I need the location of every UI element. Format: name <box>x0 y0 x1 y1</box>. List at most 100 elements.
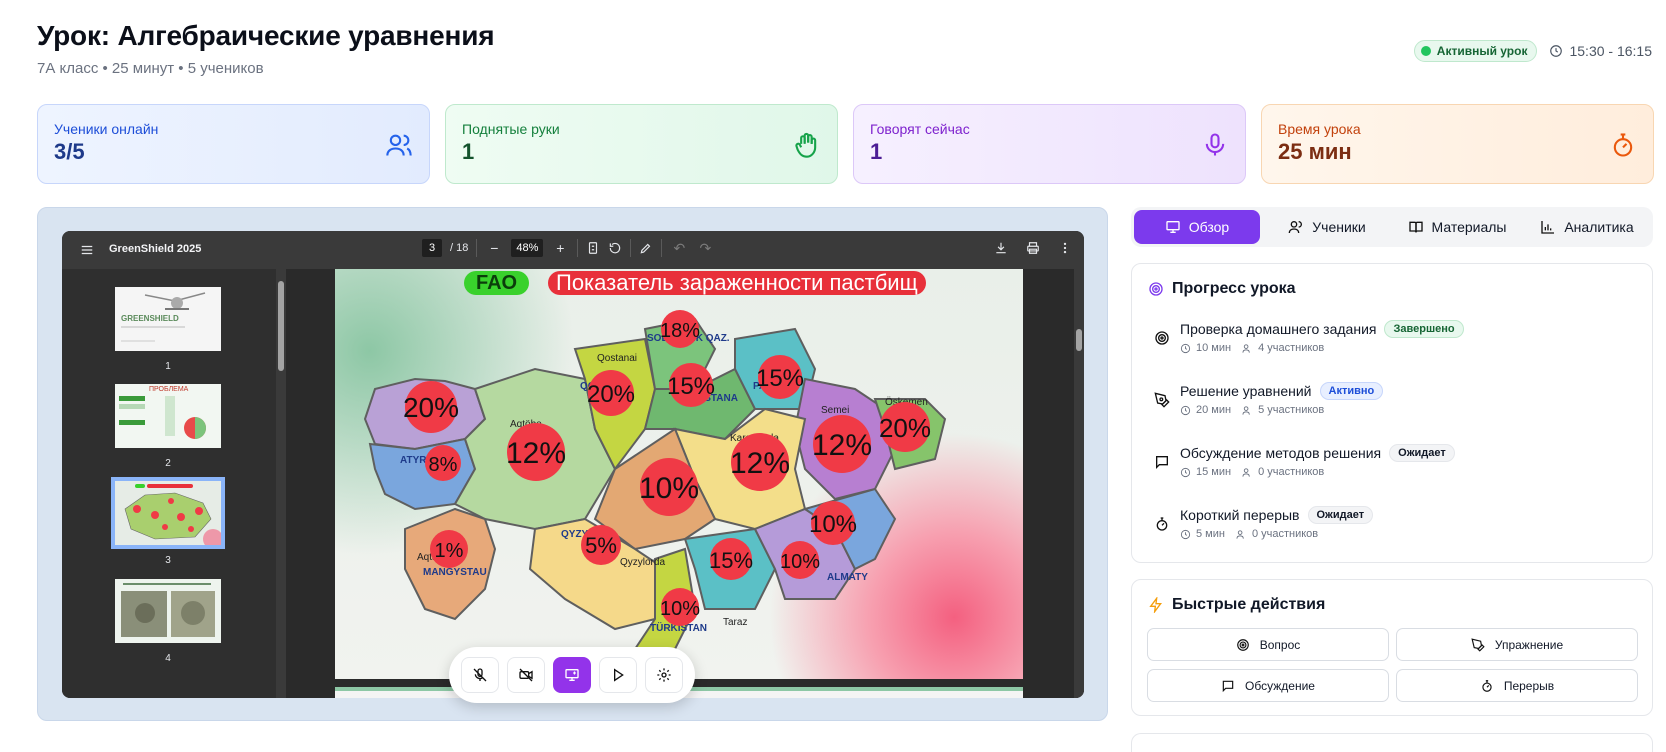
stat-students-online: Ученики онлайн 3/5 <box>37 104 430 184</box>
percent-marker: 10% <box>660 598 700 620</box>
stat-label: Ученики онлайн <box>54 121 159 137</box>
tab-label: Обзор <box>1188 219 1230 235</box>
clock-icon <box>1180 529 1191 539</box>
percent-marker: 10% <box>780 551 820 573</box>
step-name: Обсуждение методов решения Ожидает <box>1180 444 1455 462</box>
tab-materials[interactable]: Материалы <box>1394 210 1520 244</box>
active-dot-icon <box>1420 46 1431 56</box>
percent-marker: 12% <box>730 447 790 480</box>
chat-icon <box>1222 680 1234 692</box>
slide-tag: FAO <box>464 271 530 295</box>
status-badge: Активный урок <box>1413 40 1538 62</box>
rotate-icon[interactable] <box>608 241 622 255</box>
tab-overview[interactable]: Обзор <box>1134 210 1260 244</box>
undo-button[interactable]: ↶ <box>670 240 688 257</box>
settings-button[interactable] <box>645 657 683 693</box>
screen-share-icon <box>565 669 579 681</box>
pdf-page-controls: 3 / 18 − 48% + ↶ ↷ <box>422 239 714 257</box>
tab-students[interactable]: Ученики <box>1264 210 1390 244</box>
play-icon <box>614 668 624 682</box>
percent-marker: 1% <box>435 540 464 562</box>
region-label: Qyzylorda <box>620 557 665 568</box>
quick-action-discussion-button[interactable]: Обсуждение <box>1147 669 1389 702</box>
step-name: Короткий перерыв Ожидает <box>1180 506 1374 524</box>
chat-icon <box>1156 456 1168 469</box>
step-name: Проверка домашнего задания Завершено <box>1180 320 1464 338</box>
next-card-edge <box>1131 733 1653 752</box>
right-panel-tabs: Обзор Ученики Материалы Аналитика <box>1131 207 1653 247</box>
fit-page-icon[interactable] <box>586 241 600 255</box>
play-button[interactable] <box>599 657 637 693</box>
thumbnail-number: 3 <box>165 555 171 566</box>
card-title-text: Быстрые действия <box>1172 596 1326 613</box>
thumbnail-caption: GREENSHIELD <box>121 314 179 323</box>
step-meta: 10 мин 4 участников <box>1180 342 1324 354</box>
percent-marker: 18% <box>660 320 700 342</box>
percent-marker: 12% <box>506 437 566 470</box>
region-label: Semei <box>821 405 849 416</box>
percent-marker: 20% <box>403 392 459 423</box>
users-icon <box>1242 467 1250 477</box>
print-icon[interactable] <box>1026 241 1040 255</box>
step-duration: 20 мин <box>1196 404 1232 416</box>
zoom-level[interactable]: 48% <box>511 239 544 257</box>
step-participants: 0 участников <box>1258 466 1325 478</box>
target-icon <box>1236 638 1249 651</box>
quick-action-question-button[interactable]: Вопрос <box>1147 628 1389 661</box>
camera-off-icon <box>519 668 533 682</box>
lesson-time: 15:30 - 16:15 <box>1549 43 1652 59</box>
quick-actions-card: Быстрые действия Вопрос Упражнение Обсуж… <box>1131 579 1653 716</box>
lesson-dashboard: Урок: Алгебраические уравнения 7А класс … <box>0 0 1666 752</box>
kazakhstan-map: SOLTÜSTIK QAZ. Qostanai QO PA Semei Öske… <box>363 310 947 650</box>
step-name-text: Решение уравнений <box>1180 383 1312 399</box>
percent-marker: 8% <box>429 454 458 476</box>
time-range: 15:30 - 16:15 <box>1569 43 1652 59</box>
stat-value: 25 мин <box>1278 139 1352 164</box>
microphone-icon <box>1205 133 1225 156</box>
media-controls <box>449 647 695 703</box>
step-duration: 10 мин <box>1196 342 1232 354</box>
download-icon[interactable] <box>994 241 1008 255</box>
step-participants: 5 участников <box>1258 404 1325 416</box>
stat-label: Поднятые руки <box>462 121 560 137</box>
more-vertical-icon[interactable] <box>1058 241 1072 255</box>
slide-scrollbar[interactable] <box>1074 269 1084 698</box>
thumbnail-page-4[interactable]: 4 <box>115 579 221 664</box>
quick-action-exercise-button[interactable]: Упражнение <box>1396 628 1638 661</box>
book-icon <box>1408 221 1423 233</box>
quick-action-label: Упражнение <box>1494 637 1564 652</box>
annotate-icon[interactable] <box>639 241 653 255</box>
page-number-input[interactable]: 3 <box>422 239 442 257</box>
step-meta: 5 мин 0 участников <box>1180 528 1318 540</box>
percent-marker: 10% <box>639 472 699 505</box>
percent-marker: 15% <box>756 365 804 392</box>
thumbnail-page-2[interactable]: ПРОБЛЕМА 2 <box>115 384 221 469</box>
tab-label: Аналитика <box>1564 219 1634 235</box>
chart-icon <box>1541 221 1555 234</box>
screen-share-button[interactable] <box>553 657 591 693</box>
document-title: GreenShield 2025 <box>109 243 202 255</box>
camera-off-button[interactable] <box>507 657 545 693</box>
zoom-out-button[interactable]: − <box>485 240 503 256</box>
step-name-text: Проверка домашнего задания <box>1180 321 1377 337</box>
redo-button[interactable]: ↷ <box>696 240 714 257</box>
mute-mic-button[interactable] <box>461 657 499 693</box>
pdf-viewer[interactable]: GreenShield 2025 3 / 18 − 48% + ↶ ↷ GREE… <box>62 231 1084 698</box>
percent-marker: 20% <box>879 413 931 443</box>
tab-analytics[interactable]: Аналитика <box>1524 210 1650 244</box>
clock-icon <box>1180 467 1191 477</box>
menu-icon[interactable] <box>80 243 94 257</box>
divider <box>661 239 663 257</box>
thumbnail-page-1[interactable]: GREENSHIELD 1 <box>115 287 221 372</box>
quick-action-break-button[interactable]: Перерыв <box>1396 669 1638 702</box>
thumbnail-scrollbar[interactable] <box>276 269 286 698</box>
users-icon <box>1242 343 1250 353</box>
tab-label: Ученики <box>1312 219 1366 235</box>
zoom-in-button[interactable]: + <box>551 240 569 256</box>
step-name: Решение уравнений Активно <box>1180 382 1384 400</box>
percent-marker: 15% <box>667 373 715 400</box>
percent-marker: 20% <box>587 381 635 408</box>
stat-label: Говорят сейчас <box>870 121 970 137</box>
thumbnail-image: ПРОБЛЕМА <box>115 384 221 448</box>
thumbnail-page-3[interactable]: 3 <box>111 477 225 566</box>
